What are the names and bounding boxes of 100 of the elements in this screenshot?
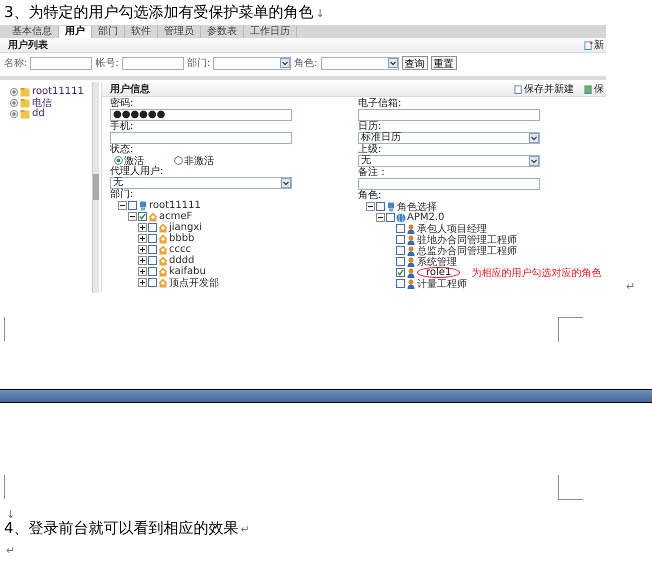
save-button[interactable]: 保 <box>584 82 604 96</box>
field-label: 状态: <box>110 144 134 155</box>
globe-icon <box>396 212 406 222</box>
save-and-new-button[interactable]: 保存并新建 <box>514 82 574 96</box>
person-house-icon <box>158 222 168 232</box>
checkbox[interactable] <box>396 279 405 288</box>
checkbox[interactable] <box>376 202 385 211</box>
person-icon <box>406 268 416 278</box>
person-house-icon <box>158 256 168 266</box>
dropdown[interactable]: 无 <box>358 155 540 167</box>
panel-title: 用户列表 <box>8 38 48 52</box>
tree-item-label[interactable]: 角色选择 <box>397 200 437 214</box>
tree-item-label[interactable]: kaifabu <box>169 266 206 277</box>
collapse-icon[interactable] <box>118 201 127 210</box>
tree-item-label[interactable]: dddd <box>169 255 194 266</box>
input-field[interactable] <box>358 109 540 121</box>
panel-title: 用户信息 <box>110 82 150 96</box>
checkbox[interactable] <box>138 212 147 221</box>
scrollbar[interactable] <box>92 82 99 293</box>
checkbox[interactable] <box>148 256 157 265</box>
new-button[interactable]: 新 <box>584 38 604 52</box>
tree-item-label[interactable]: 电信 <box>32 96 52 110</box>
tree-item-label[interactable]: 顶点开发部 <box>169 276 219 290</box>
tree-item-label[interactable]: APM2.0 <box>407 212 444 223</box>
field-label: 部门: <box>110 189 134 200</box>
collapse-icon[interactable] <box>376 213 385 222</box>
page-corner-mark <box>558 475 583 500</box>
input-field[interactable] <box>110 132 292 144</box>
filter-button[interactable]: 查询 <box>402 56 428 70</box>
tab[interactable]: 用户 <box>59 26 92 38</box>
person-house-icon <box>158 278 168 288</box>
person-icon <box>406 224 416 234</box>
expand-icon[interactable] <box>138 223 147 232</box>
tree-item-label[interactable]: acmeF <box>159 211 192 222</box>
checkbox[interactable] <box>396 268 405 277</box>
folder-icon <box>20 98 30 108</box>
tree-item-label[interactable]: 总监办合同管理工程师 <box>417 244 517 258</box>
input-field[interactable] <box>358 178 540 190</box>
tree-item-label[interactable]: 承包人项目经理 <box>417 222 487 236</box>
tree-item-label[interactable]: dd <box>32 108 45 119</box>
field-label: 密码: <box>110 98 134 109</box>
checkbox[interactable] <box>148 234 157 243</box>
circled-tree-label[interactable]: role1 <box>417 267 460 278</box>
filter-button[interactable]: 重置 <box>430 56 456 70</box>
input-field[interactable]: ●●●●●● <box>110 109 292 121</box>
radio-button[interactable] <box>174 156 183 165</box>
page-corner-mark <box>558 317 583 342</box>
person-icon <box>406 256 416 266</box>
tree-item-label[interactable]: bbbb <box>169 233 194 244</box>
tree-item-label[interactable]: jiangxi <box>169 222 202 233</box>
tree-item-label[interactable]: 系统管理 <box>417 254 457 268</box>
dropdown[interactable]: 标准日历 <box>358 132 540 144</box>
tree-item-label[interactable]: root11111 <box>32 86 84 97</box>
checkbox[interactable] <box>148 278 157 287</box>
checkbox[interactable] <box>148 245 157 254</box>
checkbox[interactable] <box>386 213 395 222</box>
annotation-text: 为相应的用户勾选对应的角色 <box>471 266 602 280</box>
expand-icon[interactable] <box>138 234 147 243</box>
input-field[interactable] <box>122 56 184 70</box>
document-icon[interactable] <box>584 40 593 50</box>
expand-icon[interactable] <box>10 98 18 106</box>
expand-icon[interactable] <box>138 267 147 276</box>
dropdown[interactable]: 无 <box>110 177 292 189</box>
document-icon[interactable] <box>584 84 593 94</box>
expand-icon[interactable] <box>138 245 147 254</box>
expand-icon[interactable] <box>138 256 147 265</box>
filter-label: 角色: <box>294 57 318 70</box>
collapse-icon[interactable] <box>366 202 375 211</box>
tree-item-label[interactable]: 计量工程师 <box>417 276 467 290</box>
checkbox[interactable] <box>148 223 157 232</box>
paragraph-mark: ↵ <box>626 280 636 293</box>
person-house-icon <box>158 244 168 254</box>
field-label: 手机: <box>110 121 134 132</box>
paragraph-mark: ↓ <box>6 508 16 521</box>
collapse-icon[interactable] <box>128 212 137 221</box>
expand-icon[interactable] <box>10 110 18 118</box>
radio-label[interactable]: 激活 <box>124 154 144 168</box>
radio-button[interactable] <box>114 156 123 165</box>
person-house-icon <box>158 266 168 276</box>
computer-icon <box>386 202 396 212</box>
checkbox[interactable] <box>396 257 405 266</box>
tree-item-label[interactable]: 驻地办合同管理工程师 <box>417 232 517 246</box>
person-icon <box>406 246 416 256</box>
checkbox[interactable] <box>128 201 137 210</box>
checkbox[interactable] <box>396 246 405 255</box>
checkbox[interactable] <box>396 224 405 233</box>
document-icon[interactable] <box>514 84 523 94</box>
person-icon <box>406 278 416 288</box>
folder-icon <box>20 86 30 96</box>
expand-icon[interactable] <box>138 278 147 287</box>
filter-label: 名称: <box>4 57 28 70</box>
checkbox[interactable] <box>396 235 405 244</box>
expand-icon[interactable] <box>10 88 18 96</box>
checkbox[interactable] <box>148 267 157 276</box>
person-icon <box>406 234 416 244</box>
folder-icon <box>20 108 30 118</box>
input-field[interactable] <box>30 56 92 70</box>
tree-item-label[interactable]: cccc <box>169 244 191 255</box>
radio-label[interactable]: 非激活 <box>184 154 214 168</box>
tree-item-label[interactable]: root11111 <box>149 200 201 211</box>
